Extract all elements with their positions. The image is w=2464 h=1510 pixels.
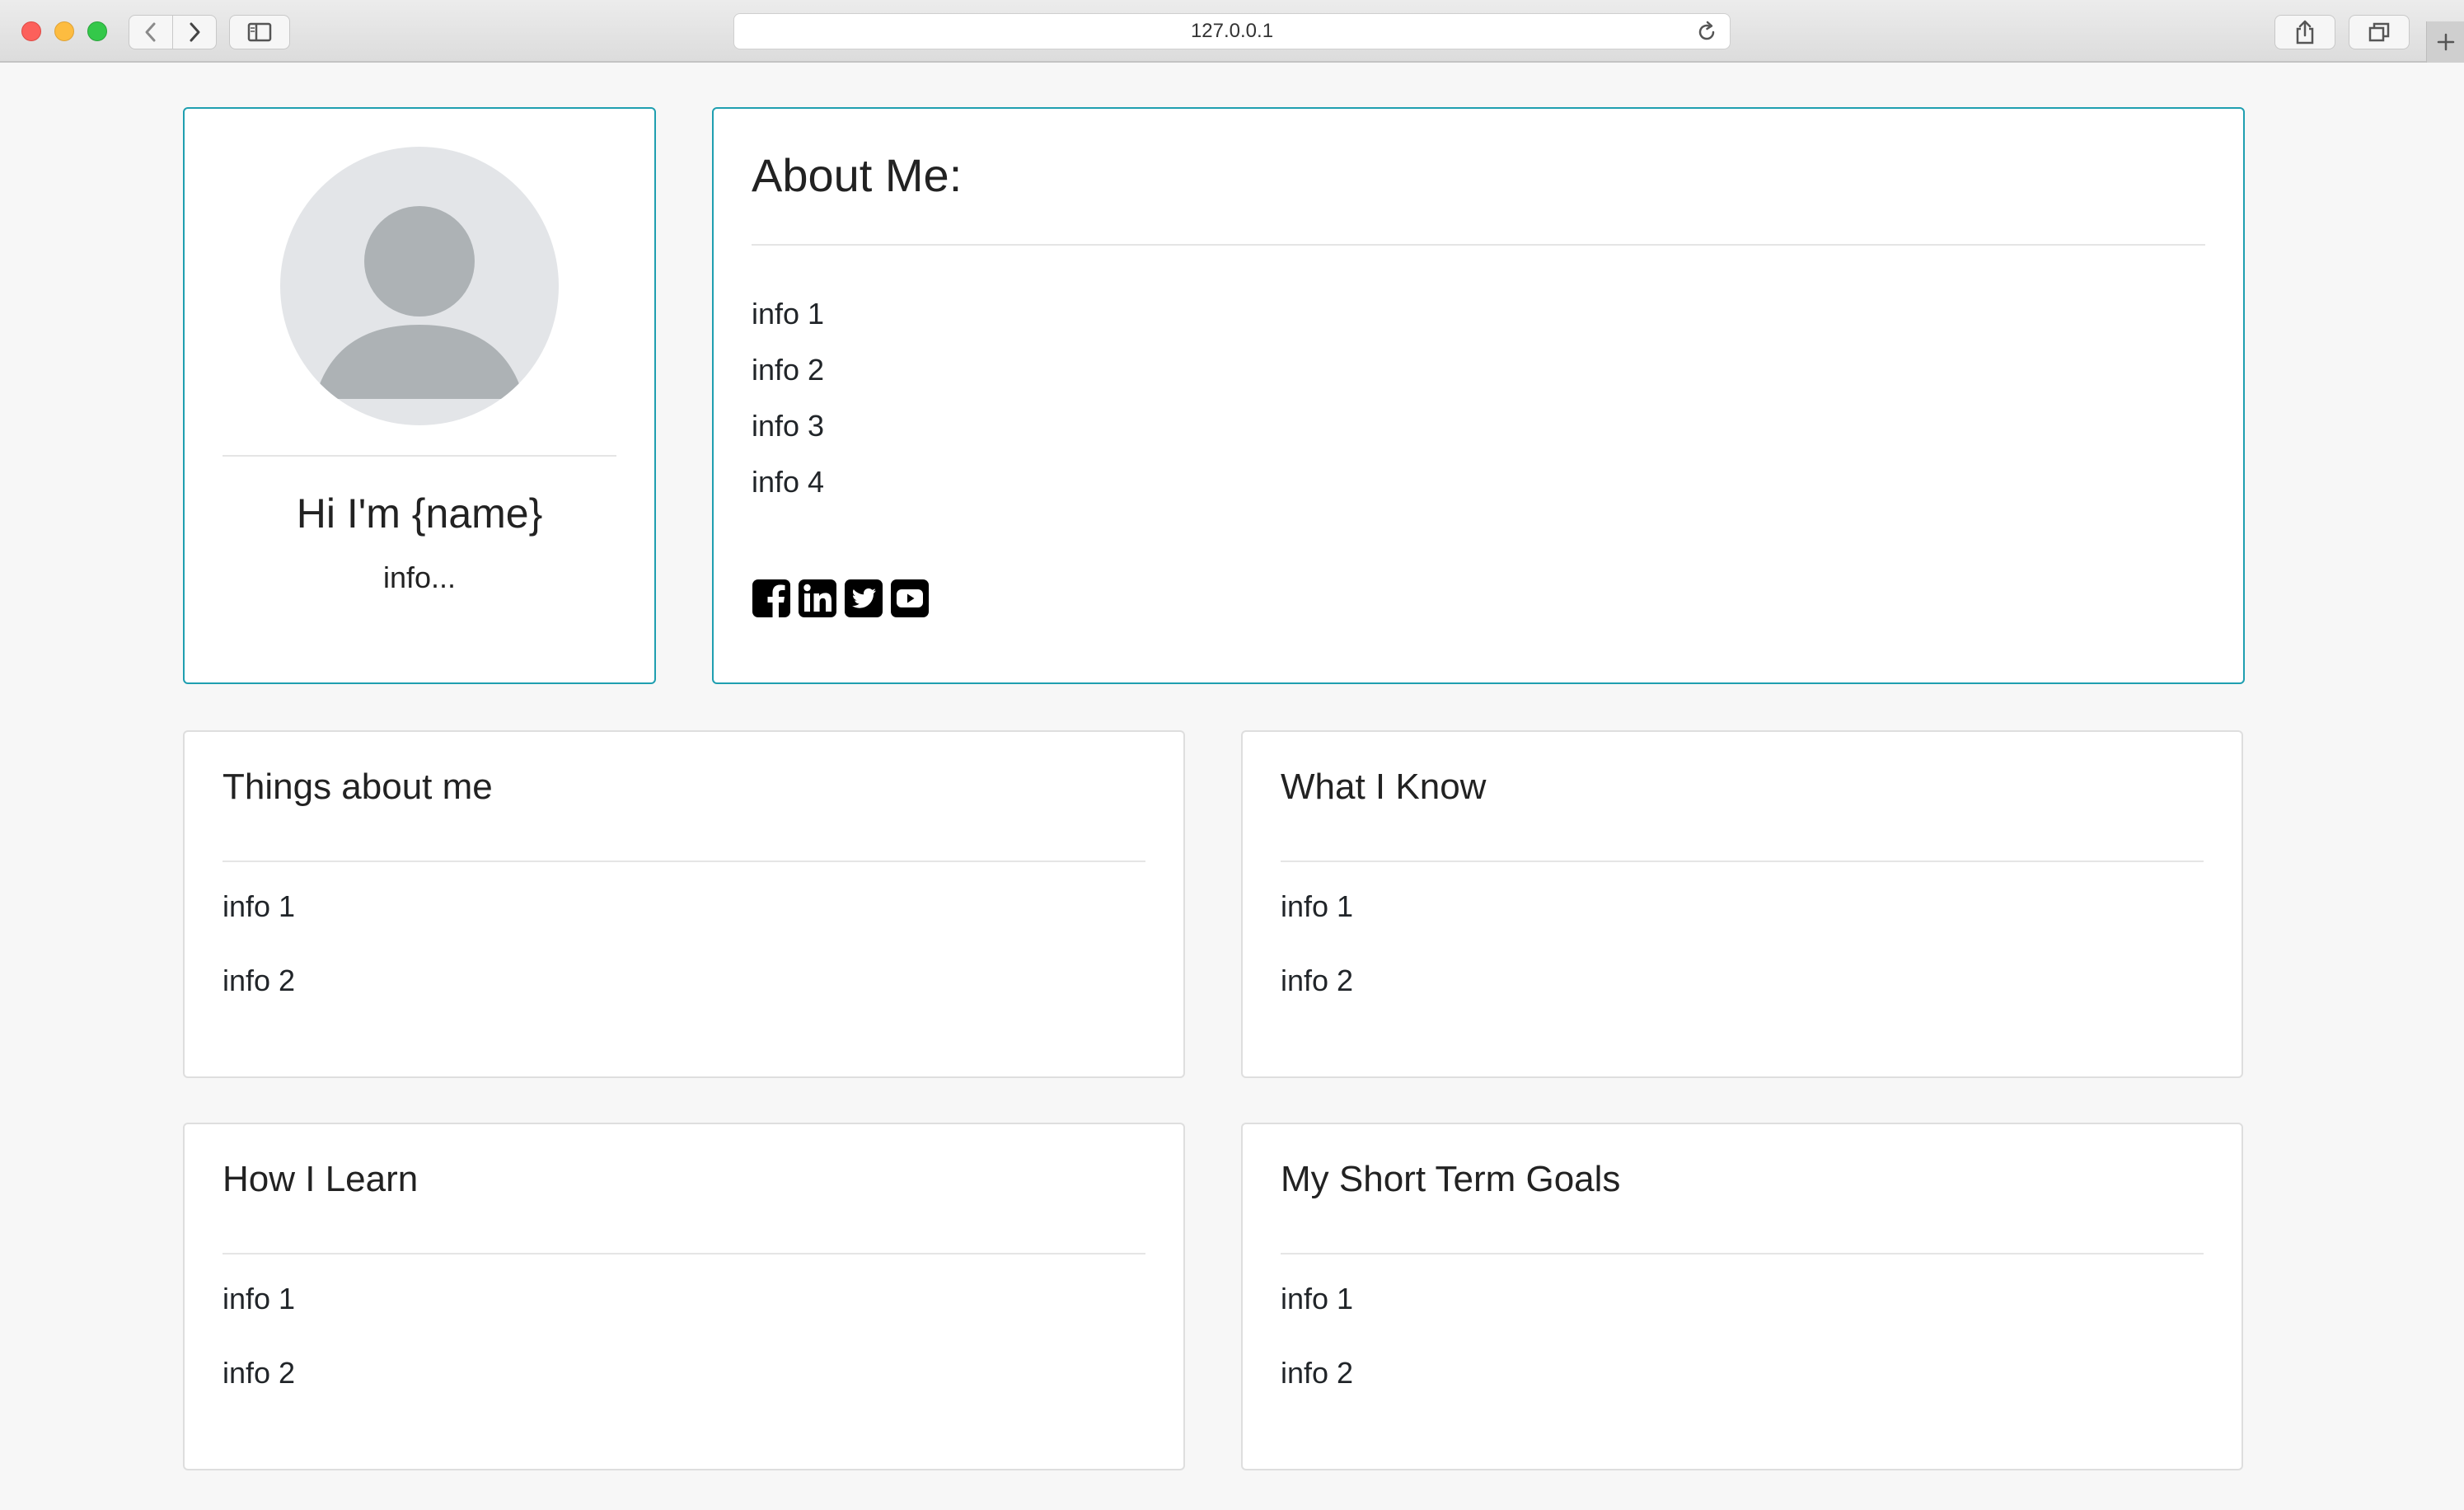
card-list: info 1 info 2: [223, 890, 295, 1039]
chevron-right-icon: [190, 22, 200, 42]
list-item: info 2: [223, 1356, 296, 1390]
zoom-window-button[interactable]: [87, 21, 107, 41]
divider: [223, 861, 1145, 862]
forward-button[interactable]: [172, 15, 217, 49]
back-button[interactable]: [129, 15, 173, 49]
tabs-icon: [2368, 22, 2390, 42]
profile-info: info...: [382, 560, 457, 594]
reload-icon[interactable]: [1695, 21, 1718, 44]
card-title: Things about me: [223, 767, 493, 807]
address-bar[interactable]: 127.0.0.1: [733, 13, 1731, 49]
divider: [1281, 861, 2204, 862]
divider: [223, 455, 616, 457]
twitter-icon[interactable]: [844, 579, 883, 618]
youtube-icon[interactable]: [890, 579, 930, 618]
card-title: How I Learn: [223, 1159, 419, 1199]
how-i-learn-card: How I Learn info 1 info 2: [183, 1123, 1185, 1470]
about-title: About Me:: [752, 149, 963, 201]
url-text: 127.0.0.1: [1190, 20, 1274, 42]
chevron-left-icon: [145, 22, 156, 42]
card-title: My Short Term Goals: [1281, 1159, 1621, 1199]
plus-icon: [2437, 33, 2454, 51]
browser-toolbar: 127.0.0.1: [0, 0, 2464, 63]
about-card: About Me: info 1 info 2 info 3 info 4: [712, 107, 2245, 684]
short-term-goals-card: My Short Term Goals info 1 info 2: [1241, 1123, 2243, 1470]
what-i-know-card: What I Know info 1 info 2: [1241, 730, 2243, 1078]
card-list: info 1 info 2: [223, 1283, 295, 1431]
profile-card: Hi I'm {name} info...: [183, 107, 656, 684]
list-item: info 4: [752, 465, 825, 499]
sidebar-toggle-button[interactable]: [229, 15, 290, 49]
things-about-me-card: Things about me info 1 info 2: [183, 730, 1185, 1078]
show-tabs-button[interactable]: [2349, 15, 2410, 49]
card-list: info 1 info 2: [1281, 890, 1353, 1039]
list-item: info 2: [1281, 964, 1354, 997]
list-item: info 1: [1281, 889, 1354, 923]
sidebar-icon: [247, 22, 272, 42]
new-tab-button[interactable]: [2426, 21, 2464, 63]
list-item: info 2: [223, 964, 296, 997]
list-item: info 1: [223, 1282, 296, 1315]
user-placeholder-icon: [315, 206, 524, 399]
list-item: info 2: [1281, 1356, 1354, 1390]
divider: [1281, 1253, 2204, 1254]
close-window-button[interactable]: [21, 21, 41, 41]
share-icon: [2296, 20, 2314, 45]
card-list: info 1 info 2: [1281, 1283, 1353, 1431]
divider: [752, 244, 2205, 246]
avatar: [280, 147, 559, 425]
minimize-window-button[interactable]: [54, 21, 74, 41]
share-button[interactable]: [2274, 15, 2335, 49]
about-list: info 1 info 2 info 3 info 4: [752, 277, 824, 519]
profile-name: Hi I'm {name}: [296, 490, 543, 537]
card-title: What I Know: [1281, 767, 1487, 807]
facebook-icon[interactable]: [752, 579, 791, 618]
social-links: [752, 579, 930, 618]
list-item: info 1: [1281, 1282, 1354, 1315]
divider: [223, 1253, 1145, 1254]
linkedin-icon[interactable]: [798, 579, 837, 618]
list-item: info 1: [223, 889, 296, 923]
